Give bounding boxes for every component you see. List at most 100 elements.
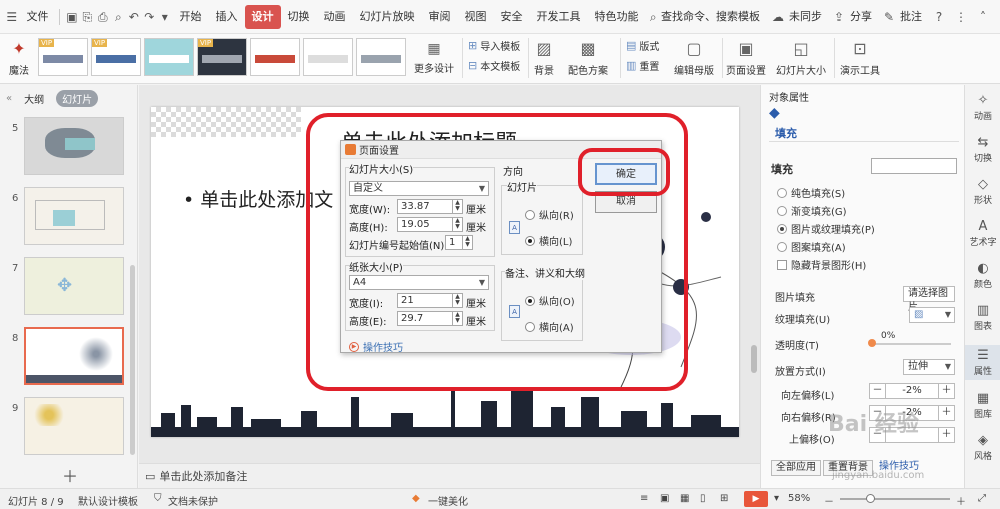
template-thumb[interactable]: VIP: [197, 38, 247, 76]
reset-button[interactable]: ▥ 重置: [626, 58, 659, 73]
hide-bg-checkbox[interactable]: 隐藏背景图形(H): [777, 257, 866, 272]
template-name[interactable]: 默认设计模板: [78, 493, 138, 508]
zoom-knob[interactable]: [866, 494, 875, 503]
placement-select[interactable]: 拉伸 ▼: [903, 359, 955, 375]
zoom-slider[interactable]: [840, 494, 950, 503]
background-button[interactable]: ▨ 背景: [534, 36, 554, 77]
slide-thumbnail[interactable]: [24, 117, 124, 175]
tab-slideshow[interactable]: 幻灯片放映: [353, 5, 422, 29]
template-thumb[interactable]: [303, 38, 353, 76]
presenter-tools-button[interactable]: ⊡ 演示工具: [840, 36, 880, 77]
zoom-out-icon[interactable]: －: [824, 493, 834, 508]
tab-outline[interactable]: 大纲: [18, 90, 50, 107]
fill-bucket-icon[interactable]: ◆: [769, 105, 780, 121]
preview-icon[interactable]: ⌕: [113, 8, 124, 26]
apply-all-button[interactable]: 全部应用: [771, 460, 821, 476]
sidebar-item-chart[interactable]: ▥ 图表: [965, 303, 1000, 332]
minus-icon[interactable]: －: [870, 384, 886, 398]
share-button[interactable]: 分享: [850, 5, 878, 29]
sidebar-item-animation[interactable]: ✧ 动画: [965, 93, 1000, 122]
fill-section-title[interactable]: 填充: [771, 161, 793, 177]
notes-bar[interactable]: ▭ 单击此处添加备注: [139, 463, 760, 488]
chevron-down-icon[interactable]: ▾: [159, 8, 170, 26]
beautify-button[interactable]: 一键美化: [428, 493, 468, 508]
tab-home[interactable]: 开始: [173, 5, 209, 29]
panel-scrollbar[interactable]: [130, 265, 135, 455]
redo-icon[interactable]: ↷: [144, 8, 155, 26]
tab-insert[interactable]: 插入: [209, 5, 245, 29]
tab-transition[interactable]: 切换: [281, 5, 317, 29]
zoom-in-icon[interactable]: ＋: [956, 493, 966, 508]
fit-window-icon[interactable]: ⤢: [978, 493, 986, 504]
template-thumb[interactable]: [356, 38, 406, 76]
canvas-scrollbar[interactable]: [751, 345, 757, 373]
menu-icon[interactable]: ☰: [6, 8, 17, 26]
tab-fill[interactable]: 填充: [775, 125, 797, 141]
add-slide-icon[interactable]: ＋: [62, 463, 78, 487]
page-setup-button[interactable]: ▣ 页面设置: [726, 36, 766, 77]
tab-view[interactable]: 视图: [458, 5, 494, 29]
save-icon[interactable]: ▣: [66, 8, 77, 26]
sidebar-item-shape[interactable]: ◇ 形状: [965, 177, 1000, 206]
reading-view-icon[interactable]: ▯: [700, 493, 706, 504]
sidebar-item-wordart[interactable]: A 艺术字: [965, 219, 1000, 248]
template-thumb[interactable]: VIP: [91, 38, 141, 76]
notes-toggle-icon[interactable]: ≡: [640, 493, 648, 504]
solid-fill-radio[interactable]: 纯色填充(S): [777, 185, 845, 200]
sorter-view-icon[interactable]: ▦: [680, 493, 689, 504]
template-thumb[interactable]: [250, 38, 300, 76]
sidebar-item-color[interactable]: ◐ 颜色: [965, 261, 1000, 290]
slider-knob[interactable]: [868, 339, 876, 347]
help-icon[interactable]: ?: [930, 8, 948, 26]
export-icon[interactable]: ⎘: [82, 8, 93, 26]
tab-animation[interactable]: 动画: [317, 5, 353, 29]
edit-master-button[interactable]: ▢ 编辑母版: [674, 36, 714, 77]
slide-thumbnail-selected[interactable]: [24, 327, 124, 385]
picture-select[interactable]: 请选择图片: [903, 286, 955, 313]
pattern-fill-radio[interactable]: 图案填充(A): [777, 239, 846, 254]
collapse-ribbon-icon[interactable]: ˄: [974, 8, 992, 26]
command-search[interactable]: 查找命令、搜索模板: [661, 5, 767, 29]
print-icon[interactable]: ⎙: [97, 8, 108, 26]
slide-thumbnail[interactable]: [24, 397, 124, 455]
collapse-panel-icon[interactable]: «: [6, 93, 12, 104]
chevron-down-icon[interactable]: ▾: [774, 493, 779, 504]
zoom-level[interactable]: 58%: [788, 493, 810, 504]
this-template-button[interactable]: ⊟ 本文模板: [468, 58, 520, 73]
transparency-slider[interactable]: [868, 339, 951, 347]
protection-status[interactable]: 文档未保护: [168, 493, 218, 508]
tab-security[interactable]: 安全: [494, 5, 530, 29]
undo-icon[interactable]: ↶: [128, 8, 139, 26]
template-thumb[interactable]: VIP: [38, 38, 88, 76]
panel-header[interactable]: 对象属性: [769, 89, 809, 104]
plus-icon[interactable]: ＋: [938, 428, 954, 442]
sidebar-item-gallery[interactable]: ▦ 图库: [965, 391, 1000, 420]
color-scheme-button[interactable]: ▩ 配色方案: [568, 36, 608, 77]
sidebar-item-properties[interactable]: ☰ 属性: [965, 345, 1000, 380]
picture-fill-radio[interactable]: 图片或纹理填充(P): [777, 221, 875, 236]
grid-view-icon[interactable]: ⊞: [720, 493, 728, 504]
more-icon[interactable]: ⋮: [952, 8, 970, 26]
slide-thumbnail[interactable]: ✥: [24, 257, 124, 315]
sync-status[interactable]: 未同步: [789, 5, 828, 29]
import-template-button[interactable]: ⊞ 导入模板: [468, 38, 520, 53]
tab-design[interactable]: 设计: [244, 4, 281, 29]
tab-developer[interactable]: 开发工具: [530, 5, 588, 29]
sidebar-item-transition[interactable]: ⇆ 切换: [965, 135, 1000, 164]
normal-view-icon[interactable]: ▣: [660, 493, 669, 504]
comment-button[interactable]: 批注: [900, 5, 928, 29]
magic-button[interactable]: ✦ 魔法: [4, 36, 34, 77]
tab-review[interactable]: 审阅: [422, 5, 458, 29]
sidebar-item-style[interactable]: ◈ 风格: [965, 433, 1000, 462]
plus-icon[interactable]: ＋: [938, 384, 954, 398]
offset-left-stepper[interactable]: － -2% ＋: [869, 383, 955, 399]
more-design-button[interactable]: ▦ 更多设计: [412, 38, 456, 75]
texture-select[interactable]: ▨ ▼: [909, 307, 955, 323]
template-thumb[interactable]: [144, 38, 194, 76]
layout-button[interactable]: ▤ 版式: [626, 38, 659, 53]
fill-preview[interactable]: [871, 158, 957, 174]
play-slideshow-button[interactable]: ▶: [744, 491, 768, 507]
gradient-fill-radio[interactable]: 渐变填充(G): [777, 203, 847, 218]
search-icon[interactable]: ⌕: [648, 8, 659, 26]
slide-size-button[interactable]: ◱ 幻灯片大小: [776, 36, 826, 77]
